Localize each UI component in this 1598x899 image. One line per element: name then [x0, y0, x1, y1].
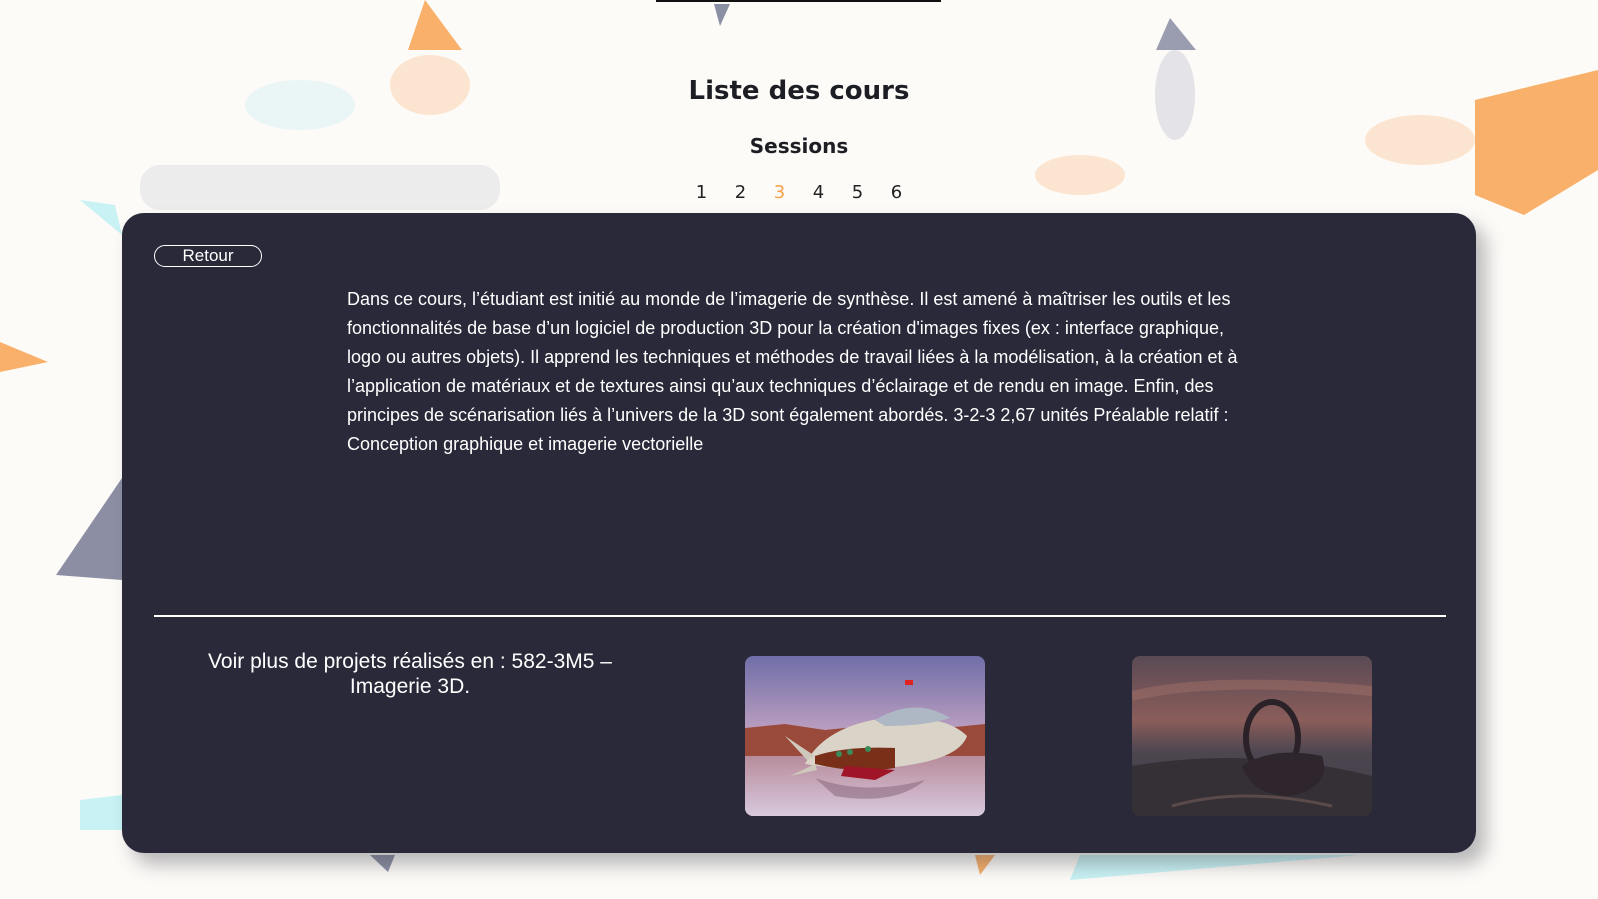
session-link-4[interactable]: 4 — [808, 182, 829, 203]
top-divider — [656, 0, 941, 2]
session-link-2[interactable]: 2 — [730, 182, 751, 203]
section-divider — [154, 615, 1446, 617]
sessions-heading: Sessions — [749, 134, 849, 158]
project-thumbnail-ring-structure[interactable] — [1132, 656, 1372, 816]
session-link-3[interactable]: 3 — [769, 182, 790, 203]
page-title: Liste des cours — [688, 76, 910, 106]
session-link-5[interactable]: 5 — [847, 182, 868, 203]
course-card: Retour Dans ce cours, l’étudiant est ini… — [122, 213, 1476, 853]
more-projects-text: Voir plus de projets réalisés en : 582-3… — [208, 650, 612, 698]
session-link-1[interactable]: 1 — [691, 182, 712, 203]
course-description: Dans ce cours, l’étudiant est initié au … — [347, 289, 1238, 454]
back-button[interactable]: Retour — [154, 245, 262, 267]
project-thumbnail-spaceship[interactable] — [745, 656, 985, 816]
session-link-6[interactable]: 6 — [886, 182, 907, 203]
session-nav: 1 2 3 4 5 6 — [0, 182, 1598, 203]
